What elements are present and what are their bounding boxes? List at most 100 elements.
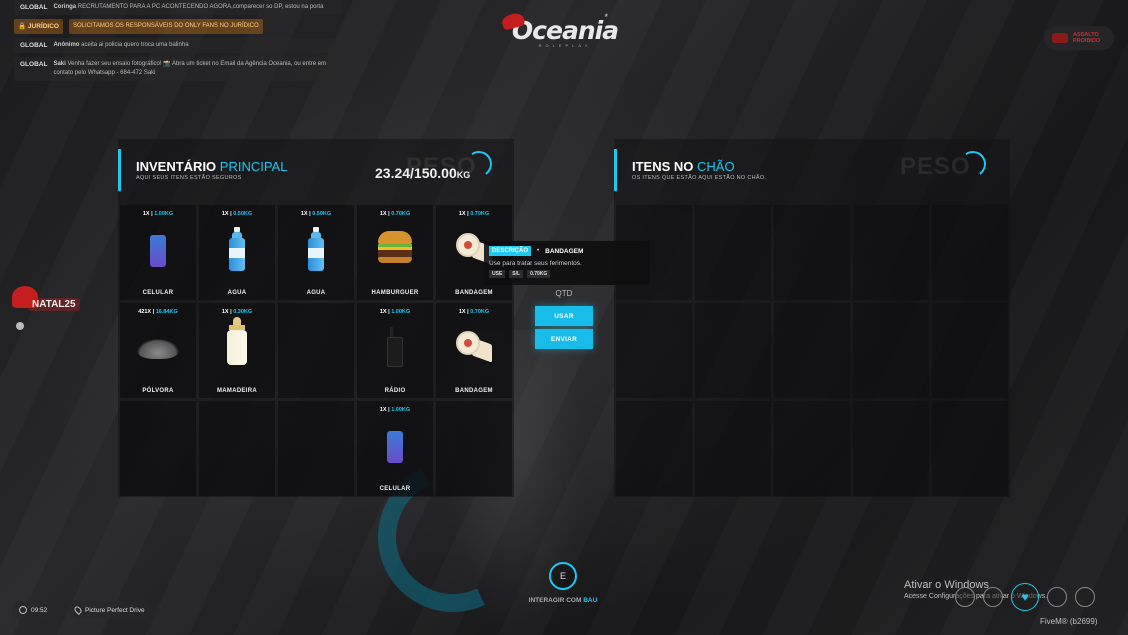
inventory-slot[interactable]: 1X | 1.00KG CELULAR: [357, 401, 433, 496]
ground-slot-empty[interactable]: [853, 303, 929, 398]
inventory-slot-empty[interactable]: [120, 401, 196, 496]
ground-slot-empty[interactable]: [853, 205, 929, 300]
inventory-slot[interactable]: 1X | 0.50KG AGUA: [199, 205, 275, 300]
phone-icon: [387, 431, 403, 463]
event-badge: NATAL25: [10, 286, 88, 330]
chat-feed: GLOBAL Coringa RECRUTAMENTO PARA A PC AC…: [14, 0, 342, 85]
slot-weight-unit: KG: [322, 211, 332, 217]
inventory-slot-empty[interactable]: [436, 401, 512, 496]
slot-quantity-weight: 1X | 0.70KG: [379, 211, 411, 217]
slot-quantity: 1X: [142, 211, 150, 217]
slot-weight: 0.70: [470, 211, 481, 217]
inventory-grid: 1X | 1.00KG CELULAR 1X | 0.50KG AGUA 1X | 0.…: [120, 205, 512, 496]
server-logo: * Oceania ROLEPLAY: [500, 11, 630, 56]
slot-item-name: CELULAR: [142, 290, 174, 296]
inventory-slot[interactable]: 421X | 16.84KG PÓLVORA: [120, 303, 196, 398]
chat-author: Anônimo: [53, 42, 80, 48]
chat-message: 🔒 JURÍDICO SOLICITAMOS OS RESPONSÁVEIS D…: [14, 19, 284, 34]
ground-slot-empty[interactable]: [695, 401, 771, 496]
slot-quantity: 1X: [221, 309, 229, 315]
accent-bar: [118, 149, 121, 191]
food-icon: [1047, 587, 1067, 607]
robbery-status-badge: ASSALTO PROIBIDO: [1044, 26, 1114, 50]
tooltip-separator: •: [537, 248, 540, 254]
chat-channel: GLOBAL: [20, 42, 48, 49]
slot-item-name: PÓLVORA: [142, 388, 174, 394]
hunger-icon: [983, 587, 1003, 607]
ground-slot-empty[interactable]: [695, 303, 771, 398]
ground-slot-empty[interactable]: [695, 205, 771, 300]
item-tooltip: DESCRIÇÃO • BANDAGEM Use para tratar seu…: [484, 241, 650, 285]
slot-weight-unit: KG: [401, 309, 411, 315]
slot-weight: 1.00: [391, 407, 402, 413]
tooltip-description: Use para tratar seus ferimentos.: [489, 260, 582, 267]
interact-prompt: INTERAGIR COM BAU: [500, 597, 626, 604]
inventory-slot-empty[interactable]: [278, 401, 354, 496]
inventory-weight-value: 23.24/150.00: [375, 165, 457, 181]
inventory-slot-empty[interactable]: [199, 401, 275, 496]
inventory-slot-empty[interactable]: [278, 303, 354, 398]
slot-quantity-weight: 1X | 0.50KG: [300, 211, 332, 217]
interact-prompt-target: BAU: [583, 597, 598, 604]
slot-weight-unit: KG: [480, 211, 490, 217]
tooltip-tag: USE: [489, 270, 506, 278]
slot-weight-unit: KG: [169, 309, 178, 315]
ground-slot-empty[interactable]: [616, 303, 692, 398]
slot-quantity-weight: 1X | 0.30KG: [221, 309, 253, 315]
slot-quantity: 1X: [458, 309, 466, 315]
slot-item-name: RÁDIO: [384, 388, 406, 394]
chat-text: Venha fazer seu ensaio fotográfico! 📸 Ab…: [53, 61, 327, 76]
event-badge-label: NATAL25: [28, 298, 80, 311]
inventory-slot[interactable]: 1X | 0.50KG AGUA: [278, 205, 354, 300]
tooltip-tag: S/L: [509, 270, 524, 278]
ground-slot-empty[interactable]: [774, 205, 850, 300]
robbery-status-text: ASSALTO PROIBIDO: [1073, 32, 1101, 44]
chat-message: GLOBAL Anônimo aceita ai policia quero t…: [14, 38, 342, 53]
radio-icon: [387, 327, 403, 367]
ground-slot-empty[interactable]: [932, 205, 1008, 300]
ground-slot-empty[interactable]: [774, 303, 850, 398]
interact-key-icon: E: [549, 562, 577, 590]
inventory-slot[interactable]: 1X | 0.70KG HAMBURGUER: [357, 205, 433, 300]
slot-quantity: 1X: [379, 309, 387, 315]
slot-weight: 16.84: [155, 309, 170, 315]
clock-widget: 09:52: [12, 601, 55, 619]
slot-quantity-weight: 1X | 1.00KG: [142, 211, 174, 217]
ground-slot-empty[interactable]: [932, 401, 1008, 496]
ground-slot-empty[interactable]: [853, 401, 929, 496]
slot-quantity-weight: 1X | 0.70KG: [458, 211, 490, 217]
lock-icon: 🔒: [18, 23, 27, 30]
bandage-icon: [456, 331, 492, 363]
ground-slot-empty[interactable]: [774, 401, 850, 496]
slot-quantity-weight: 1X | 0.70KG: [458, 309, 490, 315]
chat-text: RECRUTAMENTO PARA A PC ACONTECENDO AGORA…: [77, 4, 324, 10]
ground-slot-empty[interactable]: [932, 303, 1008, 398]
slot-quantity: 1X: [379, 407, 387, 413]
use-button[interactable]: USAR: [535, 306, 593, 326]
ground-subtitle: OS ITENS QUE ESTÃO AQUI ESTÃO NO CHÃO.: [632, 175, 767, 181]
inventory-weight-unit: KG: [456, 170, 471, 180]
inventory-slot[interactable]: 1X | 1.00KG RÁDIO: [357, 303, 433, 398]
inventory-subtitle: AQUI SEUS ITENS ESTÃO SEGUROS: [136, 175, 242, 181]
ground-slot-empty[interactable]: [616, 401, 692, 496]
inventory-slot[interactable]: 1X | 0.30KG MAMADEIRA: [199, 303, 275, 398]
slot-quantity: 1X: [300, 211, 308, 217]
inventory-slot[interactable]: 1X | 1.00KG CELULAR: [120, 205, 196, 300]
health-heart-icon: ♥: [1011, 583, 1039, 611]
slot-item-name: MAMADEIRA: [216, 388, 258, 394]
slot-item-name: HAMBURGUER: [371, 290, 419, 296]
inventory-title: INVENTÁRIO PRINCIPAL: [136, 159, 287, 174]
status-bar: ♥: [955, 583, 1095, 611]
phone-icon: [150, 235, 166, 267]
slot-weight-unit: KG: [480, 309, 490, 315]
chat-channel-label: JURÍDICO: [27, 23, 59, 30]
chat-channel: GLOBAL: [20, 4, 48, 11]
send-button[interactable]: ENVIAR: [535, 329, 593, 349]
location-pin-icon: [73, 605, 83, 615]
tooltip-item-name: BANDAGEM: [545, 247, 584, 255]
slot-weight-unit: KG: [401, 211, 411, 217]
inventory-slot[interactable]: 1X | 0.70KG BANDAGEM: [436, 303, 512, 398]
quantity-input[interactable]: QTD: [535, 289, 593, 298]
ground-title-main: ITENS NO: [632, 159, 694, 174]
tooltip-tags: USE S/L 0.70KG: [489, 270, 645, 278]
